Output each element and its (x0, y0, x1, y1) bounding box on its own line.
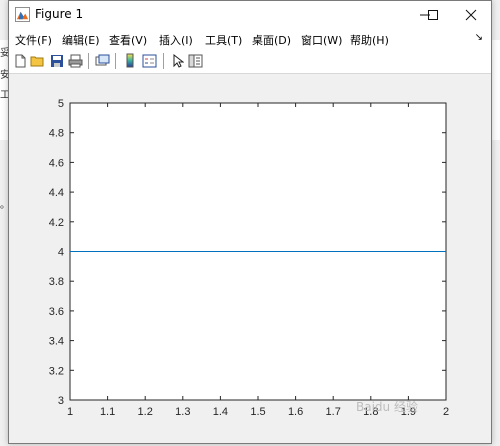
figure-canvas: 1 1.1 1.2 1.3 1.4 1.5 1.6 1.7 1.8 1.9 2 3 3.2 3.4 3.6 3… (9, 74, 491, 443)
link-plot-icon (95, 54, 110, 65)
new-figure-icon (15, 54, 25, 67)
toolbar-separator (115, 53, 116, 69)
menu-help[interactable]: 帮助(H) (350, 32, 389, 48)
watermark: Baidu 经验 (356, 400, 418, 414)
pointer-button[interactable] (169, 52, 186, 69)
close-button[interactable] (451, 1, 491, 29)
menu-desktop[interactable]: 桌面(D) (252, 32, 291, 48)
menu-bar: 文件(F) 编辑(E) 查看(V) 插入(I) 工具(T) 桌面(D) 窗口(W… (9, 29, 491, 49)
colorbar-icon (126, 53, 133, 68)
menu-file[interactable]: 文件(F) (15, 32, 52, 48)
property-editor-button[interactable] (187, 52, 204, 69)
figure-window: Figure 1 文件(F) 编辑(E) 查看(V) 插入(I) 工具(T) 桌… (8, 0, 492, 444)
menu-overflow-icon[interactable]: ↘ (475, 32, 483, 43)
save-button[interactable] (48, 52, 65, 69)
pointer-icon (173, 53, 184, 68)
y-tick-label: 3.8 (49, 276, 64, 288)
legend-icon (142, 54, 157, 67)
maximize-button[interactable] (413, 1, 453, 29)
x-tick-label: 1.1 (100, 406, 115, 418)
toolbar-separator (88, 53, 89, 69)
x-tick-label: 1 (67, 406, 73, 418)
print-button[interactable] (67, 52, 84, 69)
y-tick-label: 4.8 (49, 128, 64, 140)
print-icon (68, 54, 83, 67)
y-tick-label: 5 (58, 98, 64, 110)
window-title: Figure 1 (35, 7, 84, 21)
property-editor-icon (188, 54, 203, 67)
open-file-icon (30, 56, 44, 66)
menu-tools[interactable]: 工具(T) (205, 32, 242, 48)
x-tick-label: 1.5 (250, 406, 265, 418)
matlab-icon (15, 7, 30, 22)
x-tick-label: 1.7 (326, 406, 341, 418)
y-tick-label: 4.6 (49, 157, 64, 169)
menu-view[interactable]: 查看(V) (109, 32, 147, 48)
open-file-button[interactable] (29, 52, 46, 69)
y-tick-label: 4.2 (49, 217, 64, 229)
colorbar-button[interactable] (121, 52, 138, 69)
x-tick-label: 1.2 (138, 406, 153, 418)
toolbar-separator (163, 53, 164, 69)
x-tick-label: 1.4 (213, 406, 228, 418)
y-tick-label: 3.2 (49, 365, 64, 377)
new-figure-button[interactable] (11, 52, 28, 69)
link-plot-button[interactable] (94, 52, 111, 69)
x-tick-label: 1.6 (288, 406, 303, 418)
menu-window[interactable]: 窗口(W) (301, 32, 342, 48)
maximize-icon (428, 10, 438, 20)
title-bar[interactable]: Figure 1 (9, 1, 491, 29)
plot-axes[interactable]: 1 1.1 1.2 1.3 1.4 1.5 1.6 1.7 1.8 1.9 233.23.43.63… (9, 74, 491, 444)
x-tick-label: 2 (443, 406, 449, 418)
y-tick-label: 4.4 (49, 187, 64, 199)
x-tick-label: 1.3 (175, 406, 190, 418)
y-tick-label: 3.4 (49, 336, 64, 348)
close-icon (465, 9, 477, 21)
toolbar (9, 49, 491, 74)
y-tick-label: 4 (58, 247, 64, 259)
y-tick-label: 3 (58, 395, 64, 407)
menu-insert[interactable]: 插入(I) (159, 32, 193, 48)
menu-edit[interactable]: 编辑(E) (62, 32, 100, 48)
legend-button[interactable] (141, 52, 158, 69)
save-icon (50, 54, 63, 67)
y-tick-label: 3.6 (49, 306, 64, 318)
